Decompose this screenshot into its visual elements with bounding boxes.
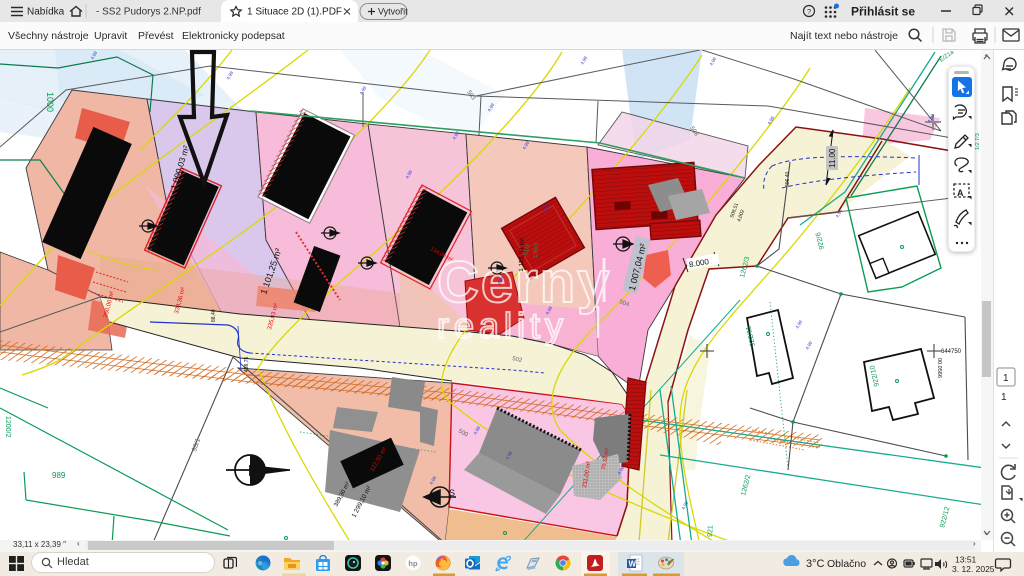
svg-text:A: A	[957, 188, 964, 198]
svg-text:3°C: 3°C	[806, 558, 825, 570]
svg-text:921: 921	[707, 525, 715, 537]
svg-text:Přihlásit se: Přihlásit se	[851, 5, 915, 19]
svg-text:1200/2: 1200/2	[4, 416, 11, 438]
svg-text:1 Situace 2D (1).PDF: 1 Situace 2D (1).PDF	[247, 7, 342, 18]
svg-text:00.0566: 00.0566	[936, 358, 942, 378]
svg-text:3. 12. 2025: 3. 12. 2025	[952, 564, 995, 574]
svg-text:hp: hp	[408, 559, 418, 568]
svg-text:Oblačno: Oblačno	[827, 558, 866, 570]
svg-text:11.00: 11.00	[828, 148, 837, 168]
svg-text:88,40: 88,40	[211, 309, 217, 322]
svg-text:506 40: 506 40	[785, 171, 791, 187]
svg-text:?: ?	[807, 7, 811, 16]
svg-text:Vytvořit: Vytvořit	[378, 7, 408, 17]
svg-text:W: W	[629, 560, 637, 569]
svg-text:1000: 1000	[45, 92, 55, 112]
svg-text:644750: 644750	[941, 349, 962, 355]
svg-text:- SS2 Pudorys 2.NP.pdf: - SS2 Pudorys 2.NP.pdf	[96, 7, 201, 18]
svg-text:Nabídka: Nabídka	[27, 7, 65, 18]
svg-text:1: 1	[1003, 373, 1009, 384]
svg-text:13:51: 13:51	[955, 555, 977, 565]
svg-text:989: 989	[52, 471, 66, 480]
svg-text:498,75: 498,75	[244, 356, 250, 372]
svg-text:1: 1	[1001, 392, 1007, 403]
